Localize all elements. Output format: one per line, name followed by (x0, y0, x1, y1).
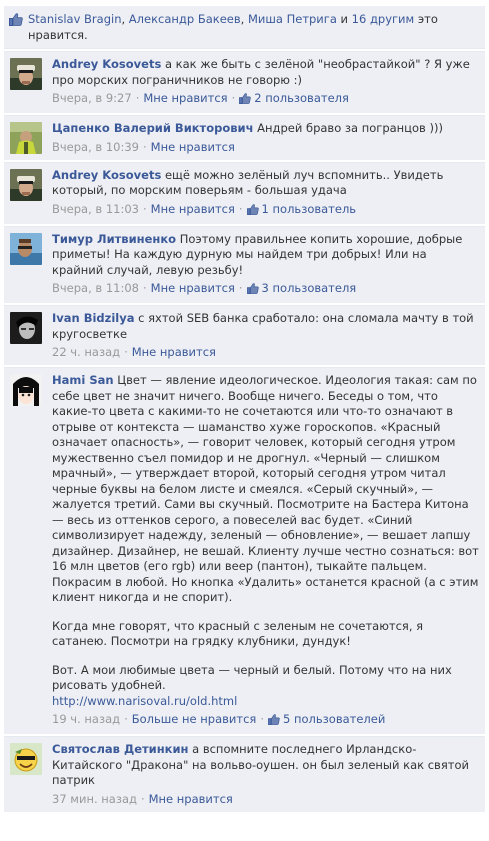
comment-meta: Вчера, в 9:27 · Мне нравится · 2 пользовател… (52, 90, 479, 108)
comment-item: Hami San Цвет — явление идеологическое. … (4, 367, 485, 734)
thumb-up-icon (9, 13, 23, 30)
like-button[interactable]: Мне нравится (143, 91, 227, 105)
comment-text: Цвет — явление идеологическое. Идеология… (52, 373, 479, 604)
like-button[interactable]: Мне нравится (132, 345, 216, 359)
comment-url-link[interactable]: http://www.narisoval.ru/old.html (52, 694, 237, 708)
liker-link-2[interactable]: Александр Бакеев (129, 12, 241, 26)
comment-item: Andrey Kosovets а как же быть с зелёной … (4, 51, 485, 113)
comment-author-link[interactable]: Цапенко Валерий Викторович (52, 121, 254, 135)
likes-others-link[interactable]: 16 другим (352, 12, 415, 26)
liker-link-1[interactable]: Stanislav Bragin (28, 12, 121, 26)
like-button[interactable]: Мне нравится (149, 792, 233, 806)
comment-item: Ivan Bidzilya с яхтой SEB банка сработал… (4, 305, 485, 365)
likes-count-link[interactable]: 1 пользователь (246, 202, 356, 219)
comment-author-link[interactable]: Andrey Kosovets (52, 168, 161, 182)
likes-count-link[interactable]: 2 пользователя (239, 91, 349, 105)
comment-meta: Вчера, в 10:39 · Мне нравится (52, 139, 235, 154)
comment-text: Вот. А мои любимые цвета — черный и белы… (52, 662, 452, 693)
comment-item: Andrey Kosovets ещё можно зелёный луч вс… (4, 161, 485, 224)
comment-meta: Вчера, в 11:03 · Мне нравится · 1 пользовате… (52, 201, 479, 219)
avatar[interactable] (10, 312, 42, 344)
avatar[interactable] (10, 232, 42, 265)
thumb-up-icon (246, 203, 259, 219)
avatar[interactable] (10, 58, 42, 90)
comment-meta: Вчера, в 11:08 · Мне нравится · 3 пользовате… (52, 280, 479, 298)
comment-author-link[interactable]: Andrey Kosovets (52, 57, 161, 71)
avatar[interactable] (10, 743, 42, 775)
comment-meta: 37 мин. назад · Мне нравится (52, 791, 233, 806)
comments-panel: Stanislav Bragin, Александр Бакеев, Миша… (0, 0, 489, 812)
comment-timestamp[interactable]: Вчера, в 9:27 (52, 91, 132, 105)
avatar[interactable] (10, 122, 42, 154)
like-button[interactable]: Мне нравится (151, 140, 235, 154)
avatar[interactable] (10, 374, 42, 406)
comment-item: Цапенко Валерий Викторович Андрей браво … (4, 115, 485, 160)
comment-author-link[interactable]: Святослав Детинкин (52, 742, 188, 756)
comment-timestamp[interactable]: 19 ч. назад (52, 712, 120, 726)
likes-count-link[interactable]: 3 пользователя (246, 281, 356, 298)
comment-meta: 22 ч. назад · Мне нравится (52, 345, 216, 359)
liker-link-3[interactable]: Миша Петрига (248, 12, 337, 26)
likes-summary: Stanislav Bragin, Александр Бакеев, Миша… (4, 6, 485, 49)
comment-author-link[interactable]: Hami San (52, 373, 114, 387)
comment-meta: 19 ч. назад · Больше не нравится · 5 пользов… (52, 711, 479, 729)
thumb-up-icon (246, 282, 259, 298)
like-button[interactable]: Мне нравится (151, 202, 235, 216)
likes-count-link[interactable]: 5 пользователей (268, 712, 385, 726)
comment-item: Тимур Литвиненко Поэтому правильнее копи… (4, 225, 485, 303)
thumb-up-icon (239, 92, 251, 108)
comment-item: Святослав Детинкин а вспомните последнег… (4, 736, 485, 812)
comment-author-link[interactable]: Ivan Bidzilya (52, 311, 135, 325)
like-button[interactable]: Мне нравится (151, 281, 235, 295)
comment-timestamp[interactable]: Вчера, в 11:08 (52, 281, 139, 295)
comment-text: Андрей браво за погранцов ))) (257, 121, 443, 135)
thumb-up-icon (268, 713, 280, 729)
unlike-button[interactable]: Больше не нравится (132, 712, 257, 726)
comment-timestamp[interactable]: Вчера, в 11:03 (52, 202, 139, 216)
comment-timestamp[interactable]: 37 мин. назад (52, 792, 137, 806)
avatar[interactable] (10, 168, 42, 201)
likes-and: и (340, 12, 349, 26)
comment-timestamp[interactable]: 22 ч. назад (52, 345, 120, 359)
comment-author-link[interactable]: Тимур Литвиненко (52, 232, 176, 246)
comment-text: Когда мне говорят, что красный с зеленым… (52, 618, 424, 649)
comment-timestamp[interactable]: Вчера, в 10:39 (52, 140, 139, 154)
